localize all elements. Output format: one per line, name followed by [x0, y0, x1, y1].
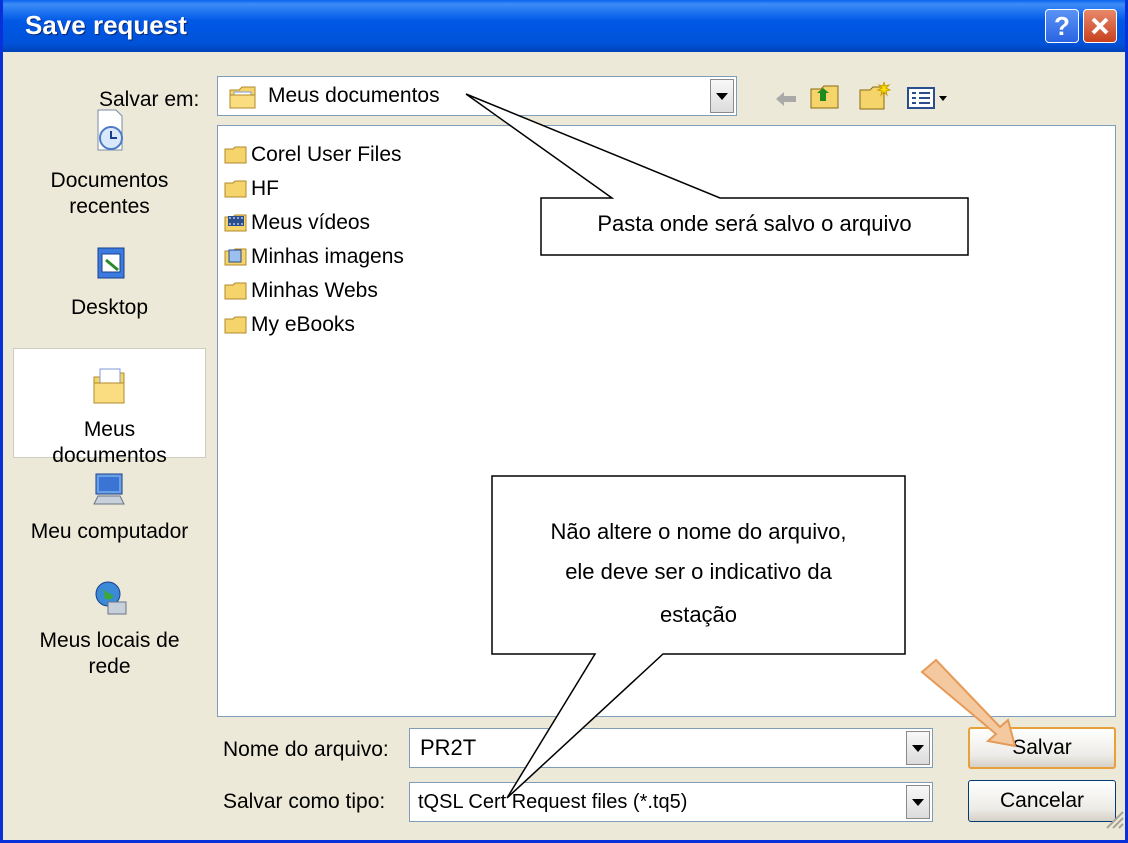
folder-callout-text: Pasta onde será salvo o arquivo — [597, 211, 912, 236]
pointing-arrow-icon — [920, 658, 1017, 748]
annotation-overlay — [465, 93, 1017, 799]
filename-callout-line2: ele deve ser o indicativo da — [565, 559, 832, 584]
filename-callout-line3: estação — [659, 602, 738, 627]
filename-callout-line1: Não altere o nome do arquivo, — [550, 519, 847, 544]
